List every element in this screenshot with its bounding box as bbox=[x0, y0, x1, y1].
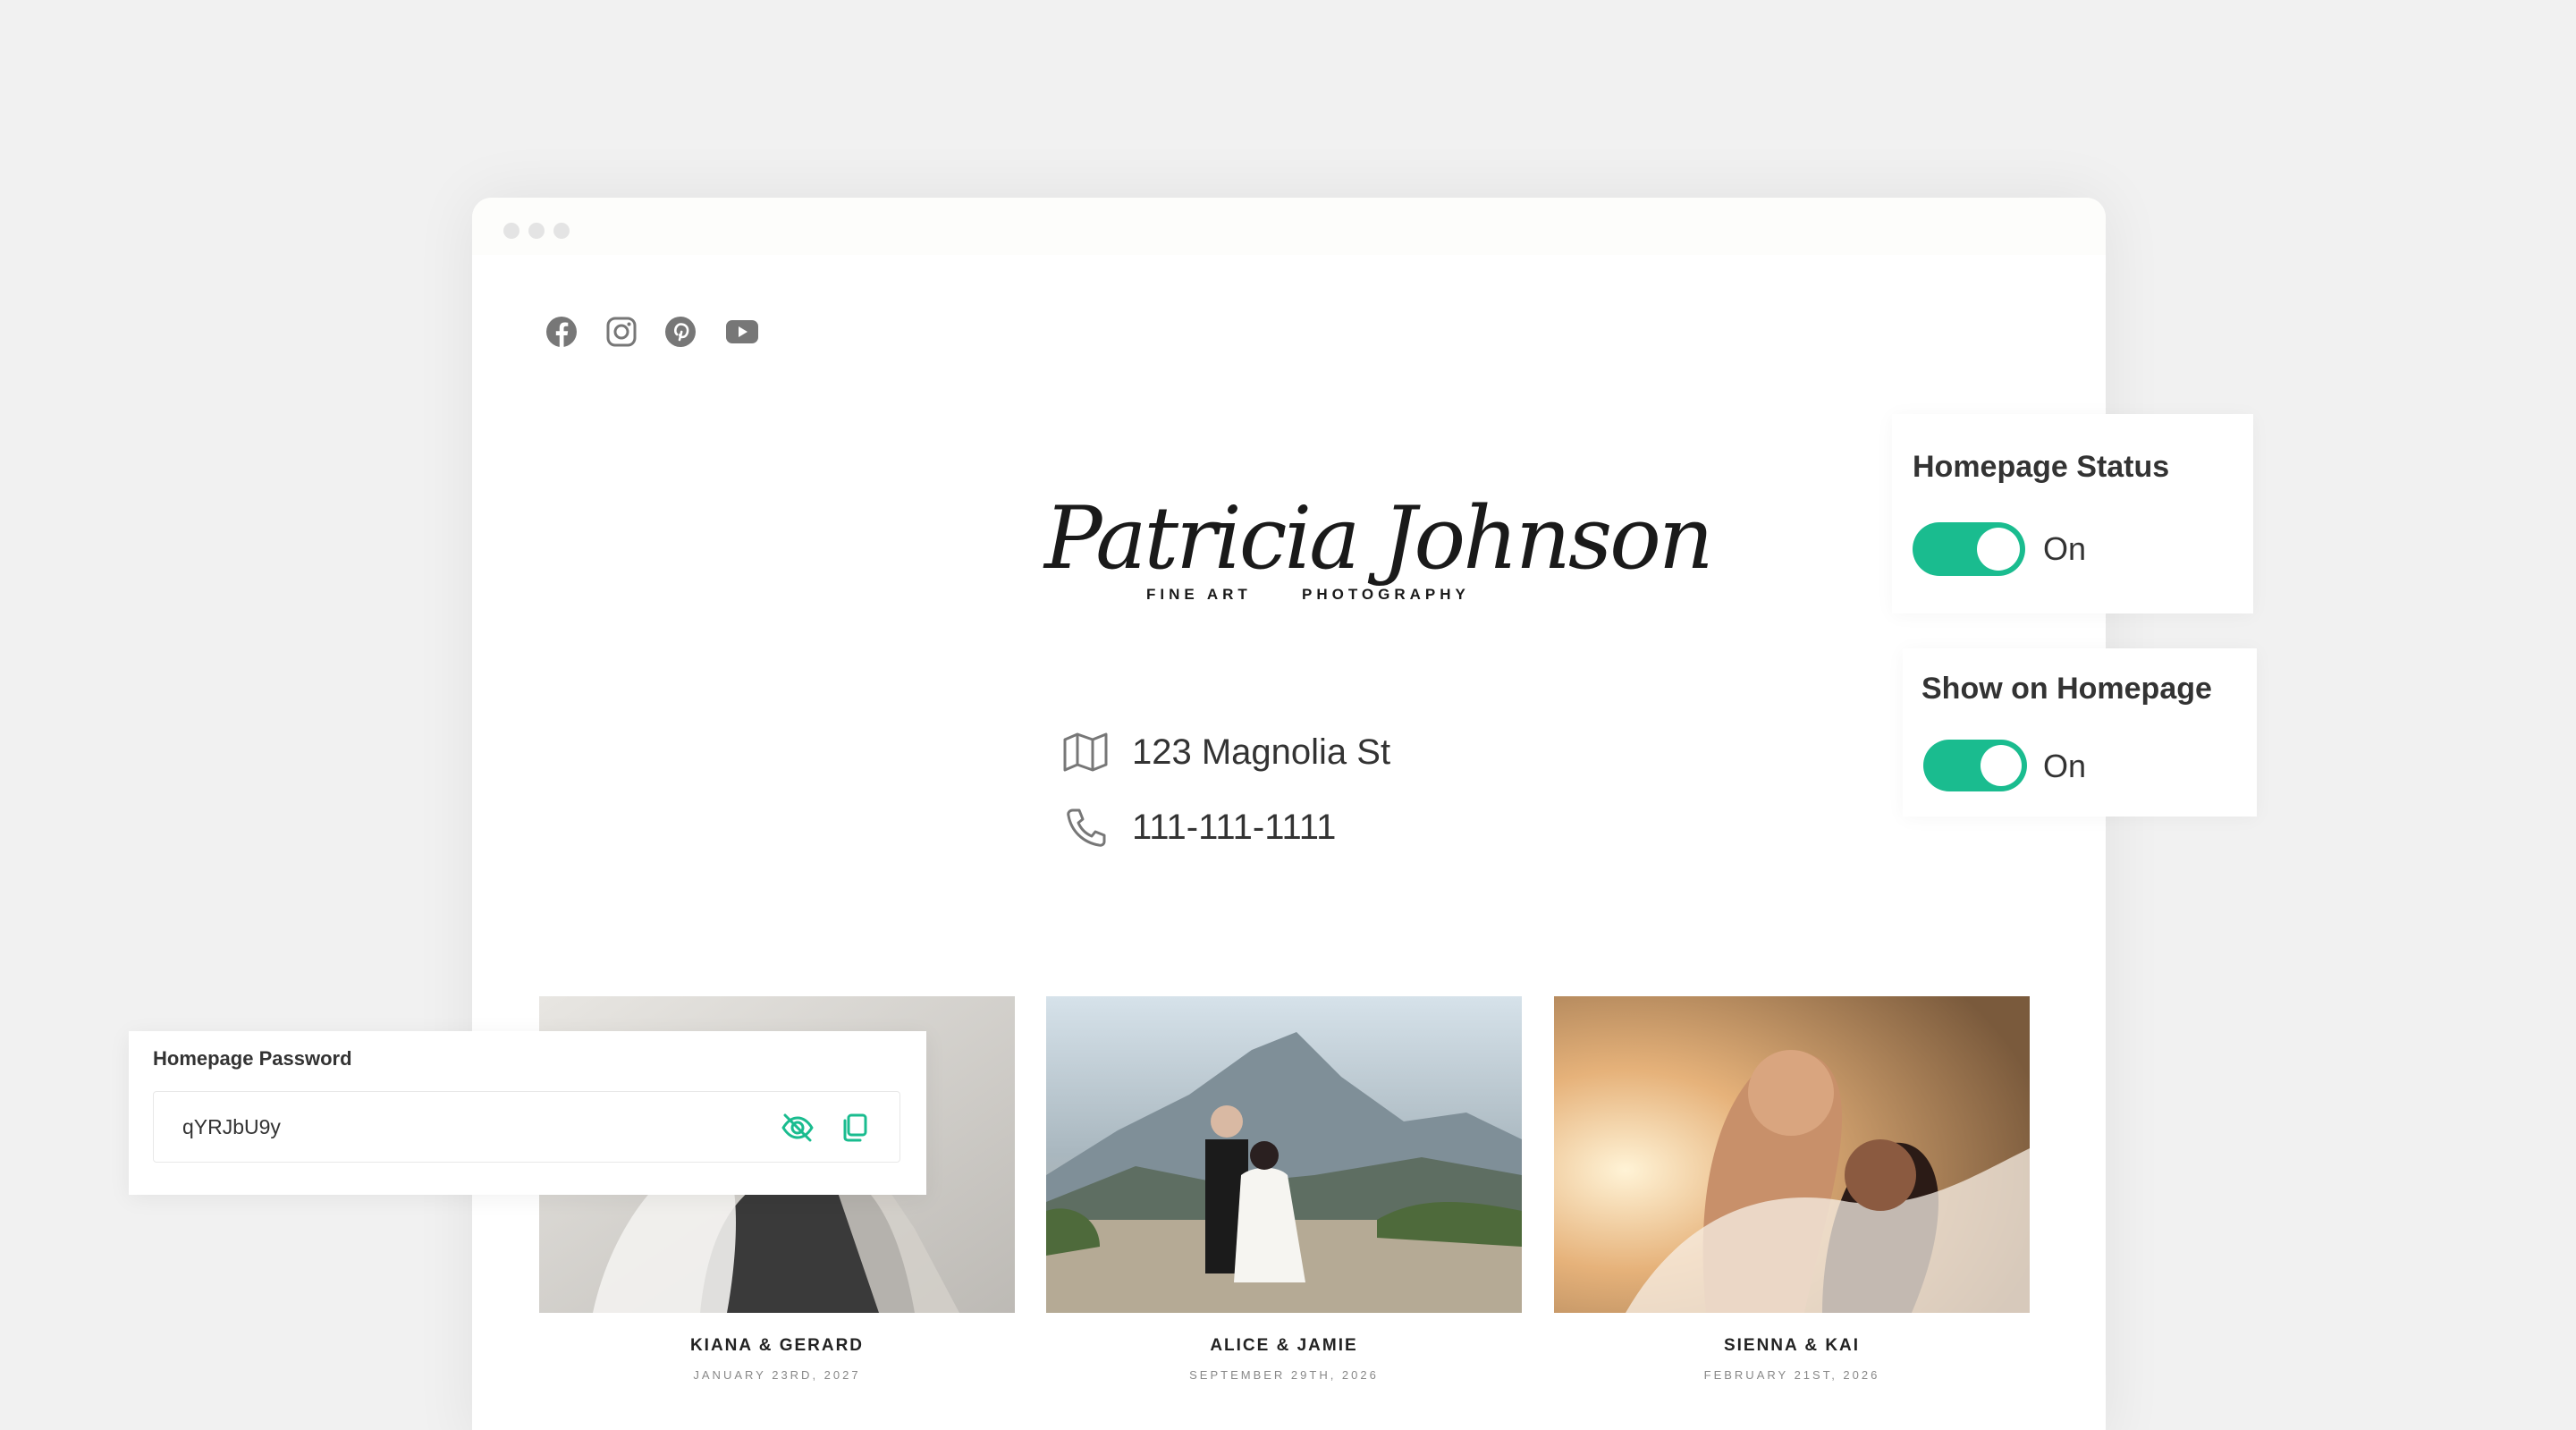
eye-off-icon[interactable] bbox=[780, 1110, 815, 1146]
gallery-title: ALICE & JAMIE bbox=[1210, 1336, 1358, 1355]
gallery-date: JANUARY 23RD, 2027 bbox=[693, 1368, 861, 1382]
facebook-icon[interactable] bbox=[542, 312, 581, 351]
instagram-icon[interactable] bbox=[602, 312, 641, 351]
youtube-icon[interactable] bbox=[722, 312, 762, 351]
gallery-photo[interactable] bbox=[1554, 996, 2030, 1313]
show-on-homepage-label: On bbox=[2043, 748, 2087, 784]
show-on-homepage-toggle[interactable] bbox=[1923, 740, 2027, 791]
logo-signature: Patricia Johnson bbox=[1044, 488, 1714, 588]
map-icon bbox=[1063, 732, 1108, 772]
window-dot-maximize[interactable] bbox=[553, 223, 570, 239]
homepage-password-panel: Homepage Password qYRJbU9y bbox=[129, 1031, 926, 1195]
logo-right-word: PHOTOGRAPHY bbox=[1302, 586, 1470, 603]
brand-logo: Patricia Johnson FINE ART PHOTOGRAPHY bbox=[1044, 471, 1714, 632]
browser-window: Patricia Johnson FINE ART PHOTOGRAPHY 12… bbox=[472, 198, 2106, 1430]
logo-left-word: FINE ART bbox=[1146, 586, 1252, 603]
phone-icon bbox=[1067, 808, 1106, 847]
password-field[interactable]: qYRJbU9y bbox=[153, 1091, 900, 1163]
copy-icon[interactable] bbox=[837, 1110, 873, 1146]
address-text: 123 Magnolia St bbox=[1132, 732, 1391, 772]
toggle-knob bbox=[1981, 745, 2022, 786]
phone-text: 111-111-1111 bbox=[1132, 807, 1337, 847]
address-row: 123 Magnolia St bbox=[1062, 725, 1390, 779]
password-title: Homepage Password bbox=[153, 1047, 352, 1070]
show-on-homepage-panel: Show on Homepage On bbox=[1903, 648, 2257, 817]
gallery-date: FEBRUARY 21ST, 2026 bbox=[1703, 1368, 1880, 1382]
homepage-status-label: On bbox=[2043, 530, 2087, 567]
gallery-title: KIANA & GERARD bbox=[689, 1336, 865, 1355]
pinterest-icon[interactable] bbox=[661, 312, 700, 351]
gallery-photo[interactable] bbox=[1046, 996, 1522, 1313]
gallery-card[interactable]: SIENNA & KAI FEBRUARY 21ST, 2026 bbox=[1554, 996, 2030, 1382]
gallery-card[interactable]: ALICE & JAMIE SEPTEMBER 29TH, 2026 bbox=[1046, 996, 1522, 1382]
phone-row: 111-111-1111 bbox=[1062, 800, 1336, 854]
gallery-date: SEPTEMBER 29TH, 2026 bbox=[1189, 1368, 1379, 1382]
show-on-homepage-title: Show on Homepage bbox=[1921, 672, 2212, 706]
homepage-status-toggle[interactable] bbox=[1913, 522, 2025, 576]
gallery-title: SIENNA & KAI bbox=[1723, 1336, 1861, 1355]
window-dot-close[interactable] bbox=[503, 223, 519, 239]
homepage-status-panel: Homepage Status On bbox=[1892, 414, 2253, 613]
homepage-status-title: Homepage Status bbox=[1913, 450, 2170, 484]
window-dot-minimize[interactable] bbox=[528, 223, 545, 239]
browser-titlebar bbox=[472, 198, 2106, 255]
password-value[interactable]: qYRJbU9y bbox=[182, 1115, 281, 1139]
toggle-knob bbox=[1977, 528, 2020, 571]
